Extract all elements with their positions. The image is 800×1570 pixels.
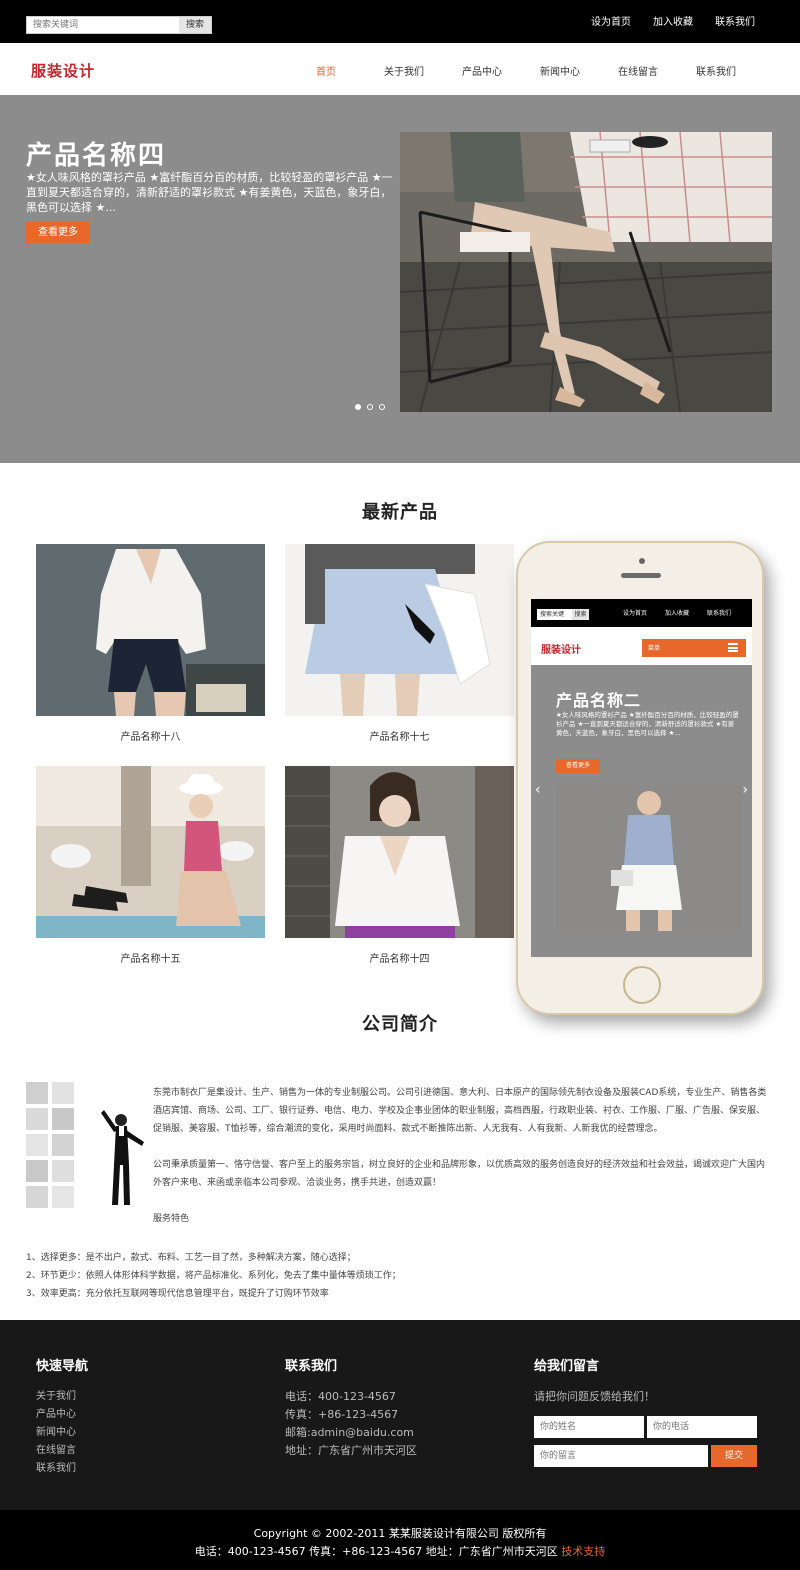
nav-about[interactable]: 关于我们 [365,63,443,78]
message-input[interactable] [534,1445,708,1467]
submit-button[interactable]: 提交 [711,1445,757,1467]
product-image[interactable] [285,766,514,938]
product-image[interactable] [36,766,265,938]
footer-link-message[interactable]: 在线留言 [36,1442,88,1460]
chevron-left-icon[interactable]: ‹ [535,782,541,798]
footer-link-products[interactable]: 产品中心 [36,1406,88,1424]
feature-item: 2、环节更少：依照人体形体科学数据，将产品标准化、系列化，免去了集中量体等烦琐工… [26,1271,401,1281]
banner-image [400,132,772,412]
footer-link-news[interactable]: 新闻中心 [36,1424,88,1442]
logo[interactable]: 服装设计 [31,60,95,81]
footer-link-contact[interactable]: 联系我们 [36,1460,88,1478]
phone-camera [639,558,645,564]
tech-support-link[interactable]: 技术支持 [561,1545,605,1558]
product-name[interactable]: 产品名称十四 [285,950,514,965]
about-image [26,1080,148,1210]
set-homepage-link[interactable]: 设为首页 [591,13,631,28]
contact-fax: 传真：+86-123-4567 [285,1408,399,1421]
main-nav: 首页 关于我们 产品中心 新闻中心 在线留言 联系我们 [287,63,755,78]
phone-home-button [623,966,661,1004]
about-section-title: 公司简介 [362,1014,438,1035]
banner-description: ★女人味风格的罩衫产品 ★富纤酯百分百的材质，比较轻盈的罩衫产品 ★一直到夏天都… [26,171,393,214]
phone-input[interactable] [647,1416,757,1438]
phone-menu-button[interactable]: 菜单 [642,639,746,657]
phone-speaker [621,573,661,578]
phone-link-home[interactable]: 设为首页 [623,608,647,617]
search-button[interactable]: 搜索 [179,17,211,33]
phone-banner-desc: ★女人味风格的罩衫产品 ★富纤酯百分百的材质，比较轻盈的罩衫产品 ★一直到夏天都… [556,711,739,737]
products-section-title: 最新产品 [362,502,438,523]
footer-message: 给我们留言 请把你问题反馈给我们！ [534,1355,655,1406]
phone-banner-title: 产品名称二 [556,691,642,710]
phone-banner: 产品名称二 ★女人味风格的罩衫产品 ★富纤酯百分百的材质，比较轻盈的罩衫产品 ★… [531,665,752,957]
feature-item: 1、选择更多：是不出户，款式、布料、工艺一目了然，多种解决方案，随心选择； [26,1253,356,1263]
phone-screen: 搜索关键 搜索 设为首页 加入收藏 联系我们 服装设计 菜单 产品名称二 ★女人… [531,599,752,957]
product-image[interactable] [285,544,514,716]
add-favorite-link[interactable]: 加入收藏 [653,13,693,28]
name-input[interactable] [534,1416,644,1438]
product-name[interactable]: 产品名称十五 [36,950,265,965]
top-links: 设为首页 加入收藏 联系我们 [591,13,755,28]
footer-contact-title: 联系我们 [285,1359,338,1374]
footer-link-about[interactable]: 关于我们 [36,1388,88,1406]
copyright-contact-text: 电话：400-123-4567 传真：+86-123-4567 地址：广东省广州… [194,1545,558,1558]
phone-search-button[interactable]: 搜索 [572,609,589,620]
contact-address: 地址：广东省广州市天河区 [285,1444,417,1457]
footer-msg-title: 给我们留言 [534,1359,600,1374]
top-bar: 搜索 设为首页 加入收藏 联系我们 [0,0,800,43]
phone-logo[interactable]: 服装设计 [541,641,581,656]
product-card[interactable]: 产品名称十八 [36,544,265,743]
slider-dot-2[interactable] [367,404,373,410]
banner-more-button[interactable]: 查看更多 [26,222,90,243]
contact-email: 邮箱:admin@baidu.com [285,1426,414,1439]
slider-dot-3[interactable] [379,404,385,410]
product-card[interactable]: 产品名称十四 [285,766,514,965]
phone-search-input[interactable]: 搜索关键 [540,609,564,620]
phone-link-contact[interactable]: 联系我们 [707,608,731,617]
footer-contact: 联系我们 电话：400-123-4567 传真：+86-123-4567 邮箱:… [285,1355,417,1460]
copyright-contact: 电话：400-123-4567 传真：+86-123-4567 地址：广东省广州… [0,1543,800,1559]
banner-title: 产品名称四 [26,141,167,171]
phone-banner-image [556,785,743,931]
chevron-right-icon[interactable]: › [742,782,748,798]
copyright-bar: Copyright © 2002-2011 某某服装设计有限公司 版权所有 电话… [0,1510,800,1570]
about-paragraph: 东莞市制衣厂是集设计、生产、销售为一体的专业制服公司。公司引进德国、意大利、日本… [153,1088,767,1134]
phone-link-fav[interactable]: 加入收藏 [665,608,689,617]
phone-mockup: 搜索关键 搜索 设为首页 加入收藏 联系我们 服装设计 菜单 产品名称二 ★女人… [516,541,764,1015]
product-name[interactable]: 产品名称十八 [36,728,265,743]
header: 服装设计 首页 关于我们 产品中心 新闻中心 在线留言 联系我们 [0,43,800,95]
about-paragraph: 公司秉承质量第一、恪守信誉、客户至上的服务宗旨，树立良好的企业和品牌形象，以优质… [153,1160,766,1188]
hero-banner: 产品名称四 ★女人味风格的罩衫产品 ★富纤酯百分百的材质，比较轻盈的罩衫产品 ★… [0,95,800,463]
product-name[interactable]: 产品名称十七 [285,728,514,743]
footer-quick-nav: 快速导航 关于我们 产品中心 新闻中心 在线留言 联系我们 [36,1355,88,1478]
nav-home[interactable]: 首页 [287,63,365,78]
product-image[interactable] [36,544,265,716]
nav-contact[interactable]: 联系我们 [677,63,755,78]
product-card[interactable]: 产品名称十五 [36,766,265,965]
footer: 快速导航 关于我们 产品中心 新闻中心 在线留言 联系我们 联系我们 电话：40… [0,1320,800,1510]
about-service-heading: 服务特色 [153,1214,190,1224]
slider-dot-1[interactable] [355,404,361,410]
about-text: 东莞市制衣厂是集设计、生产、销售为一体的专业制服公司。公司引进德国、意大利、日本… [153,1084,773,1246]
slider-dots [355,404,385,410]
contact-phone: 电话：400-123-4567 [285,1390,396,1403]
copyright-text: Copyright © 2002-2011 某某服装设计有限公司 版权所有 [253,1527,547,1540]
product-card[interactable]: 产品名称十七 [285,544,514,743]
contact-link[interactable]: 联系我们 [715,13,755,28]
search-input[interactable] [33,17,183,33]
footer-msg-subtitle: 请把你问题反馈给我们！ [534,1390,655,1403]
nav-products[interactable]: 产品中心 [443,63,521,78]
phone-banner-button[interactable]: 查看更多 [556,759,600,773]
search-box: 搜索 [26,16,212,34]
feature-list: 1、选择更多：是不出户，款式、布料、工艺一目了然，多种解决方案，随心选择； 2、… [26,1249,766,1303]
feature-item: 3、效率更高：充分依托互联网等现代信息管理平台，既提升了订购环节效率 [26,1289,329,1299]
phone-menu-label: 菜单 [648,645,661,652]
footer-nav-title: 快速导航 [36,1359,89,1374]
nav-message[interactable]: 在线留言 [599,63,677,78]
nav-news[interactable]: 新闻中心 [521,63,599,78]
